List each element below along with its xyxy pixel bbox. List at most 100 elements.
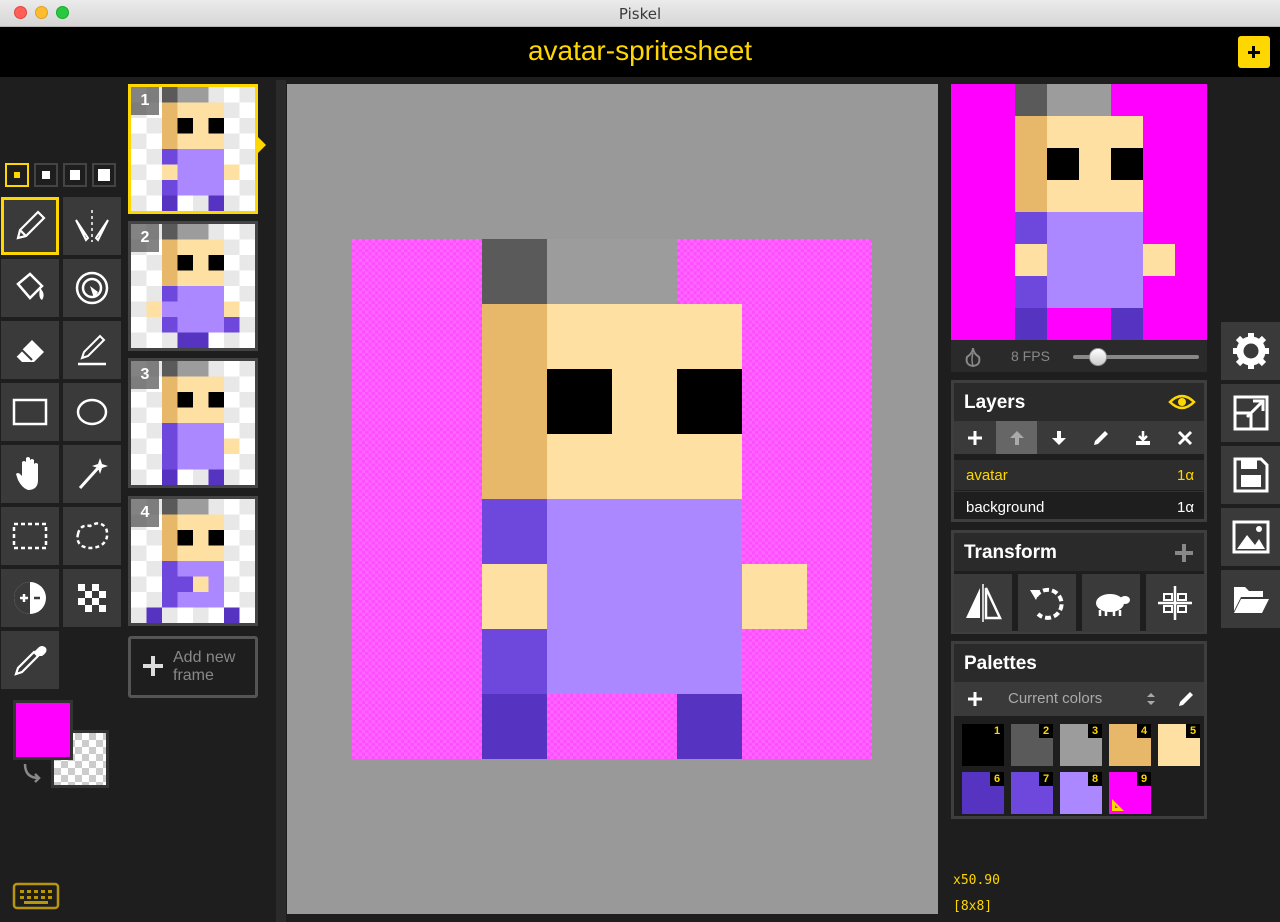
fps-slider-thumb[interactable] (1089, 348, 1108, 366)
sprite-pixel (224, 499, 240, 515)
sprite-pixel (239, 407, 255, 424)
clone-button[interactable] (1082, 574, 1140, 632)
settings-button[interactable] (1221, 322, 1280, 380)
eyedropper-icon (14, 646, 47, 676)
layer-opacity[interactable]: 1α (1177, 467, 1194, 484)
add-layer-button[interactable] (954, 421, 995, 454)
sprite-pixel (162, 454, 178, 470)
layer-opacity[interactable]: 1α (1177, 499, 1194, 516)
palette-swatch[interactable]: 8 (1060, 772, 1102, 814)
sprite-pixel (239, 102, 255, 119)
sprite-pixel (547, 694, 614, 759)
rename-layer-button[interactable] (1080, 421, 1121, 454)
sprite-pixel (547, 239, 614, 306)
delete-layer-button[interactable] (1164, 421, 1205, 454)
sprite-pixel (1143, 308, 1176, 340)
palette-swatch[interactable]: 3 (1060, 724, 1102, 766)
frame-thumbnail[interactable]: 3 (128, 358, 258, 488)
move-layer-down-button[interactable] (1038, 421, 1079, 454)
rectangle-tool[interactable] (1, 383, 59, 441)
flip-button[interactable] (954, 574, 1012, 632)
vertical-mirror-pen-tool[interactable] (63, 197, 121, 255)
sprite-pixel (1175, 244, 1207, 277)
frame-thumbnail[interactable]: 4 (128, 496, 258, 626)
center-button[interactable] (1146, 574, 1204, 632)
sprite-pixel (352, 239, 419, 306)
piskel-name[interactable]: avatar-spritesheet (0, 35, 1280, 67)
sprite-pixel (193, 545, 209, 562)
palette-swatch[interactable]: 1 (962, 724, 1004, 766)
shape-selection-tool[interactable] (63, 445, 121, 503)
sprite-pixel (1143, 84, 1176, 117)
stroke-tool[interactable] (63, 321, 121, 379)
palette-select[interactable]: Current colors (996, 686, 1161, 712)
spiral-bucket-icon (75, 271, 109, 305)
circle-tool[interactable] (63, 383, 121, 441)
rotate-button[interactable] (1018, 574, 1076, 632)
sprite-pixel (208, 301, 225, 318)
plus-icon[interactable] (1174, 543, 1194, 563)
sprite-pixel (193, 438, 209, 455)
sprite-pixel (208, 87, 225, 103)
dithering-tool[interactable] (63, 569, 121, 627)
sprite-pixel (162, 164, 178, 181)
sprite-pixel (177, 407, 194, 424)
sprite-pixel (177, 361, 194, 377)
sprite-pixel (482, 304, 549, 371)
sprite-pixel (239, 255, 255, 271)
sprite-pixel (162, 392, 178, 408)
sprite-pixel (612, 629, 679, 696)
sprite-pixel (224, 255, 240, 271)
lasso-selection-tool[interactable] (63, 507, 121, 565)
rectangle-selection-tool[interactable] (1, 507, 59, 565)
merge-layer-button[interactable] (1122, 421, 1163, 454)
add-frame-button[interactable]: Add new frame (128, 636, 258, 698)
pen-size-4[interactable] (92, 163, 116, 187)
move-layer-up-button[interactable] (996, 421, 1037, 454)
eraser-tool[interactable] (1, 321, 59, 379)
palette-swatch[interactable]: 4 (1109, 724, 1151, 766)
swap-colors-icon[interactable] (21, 760, 45, 784)
move-tool[interactable] (1, 445, 59, 503)
onion-skin-icon[interactable] (961, 345, 985, 369)
resize-button[interactable] (1221, 384, 1280, 442)
keyboard-shortcuts-icon[interactable] (12, 882, 60, 910)
sprite-pixel (131, 607, 147, 623)
drawing-canvas-area[interactable] (287, 84, 938, 914)
palette-swatch[interactable]: 6 (962, 772, 1004, 814)
drawing-canvas[interactable] (352, 239, 872, 759)
frame-thumbnail[interactable]: 1 (128, 84, 258, 214)
sprite-pixel (807, 369, 872, 436)
sprite-pixel (547, 434, 614, 501)
import-button[interactable] (1221, 570, 1280, 628)
new-piskel-button[interactable] (1238, 36, 1270, 68)
palette-swatch[interactable]: 2 (1011, 724, 1053, 766)
primary-color-swatch[interactable] (13, 700, 73, 760)
plus-icon[interactable] (966, 690, 984, 708)
eye-icon[interactable] (1168, 393, 1196, 411)
layer-item-background[interactable]: background 1α (954, 491, 1204, 521)
lighten-tool[interactable] (1, 569, 59, 627)
pen-size-3[interactable] (63, 163, 87, 187)
palette-swatch[interactable]: 7 (1011, 772, 1053, 814)
color-picker-tool[interactable] (1, 631, 59, 689)
palette-swatch[interactable]: 5 (1158, 724, 1200, 766)
pen-size-1[interactable] (5, 163, 29, 187)
floppy-disk-icon (1233, 457, 1269, 493)
sprite-pixel (146, 576, 163, 593)
paint-all-same-color-tool[interactable] (63, 259, 121, 317)
palette-swatch[interactable]: 9 (1109, 772, 1151, 814)
pen-tool[interactable] (1, 197, 59, 255)
frame-thumbnail[interactable]: 2 (128, 221, 258, 351)
paint-bucket-tool[interactable] (1, 259, 59, 317)
pen-size-2[interactable] (34, 163, 58, 187)
export-button[interactable] (1221, 508, 1280, 566)
sprite-pixel (1079, 212, 1112, 245)
save-button[interactable] (1221, 446, 1280, 504)
layer-item-avatar[interactable]: avatar 1α (954, 460, 1204, 490)
sprite-pixel (224, 224, 240, 240)
pencil-icon[interactable] (1177, 690, 1195, 708)
sprite-pixel (807, 564, 872, 631)
stroke-icon (78, 334, 106, 366)
animation-preview[interactable] (951, 84, 1207, 340)
